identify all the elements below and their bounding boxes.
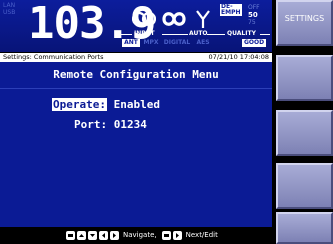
divider xyxy=(260,34,270,35)
softkey-3[interactable] xyxy=(276,110,333,156)
breadcrumb: Settings: Communication Ports xyxy=(3,53,104,61)
stereo-icon xyxy=(132,11,156,27)
operate-label[interactable]: Operate: xyxy=(52,98,107,111)
header-strip: Settings: Communication Ports 07/21/10 1… xyxy=(0,53,272,62)
port-label[interactable]: Port: xyxy=(74,118,107,131)
rds-icon xyxy=(162,12,186,26)
segment-aes: AES xyxy=(196,39,210,46)
right-arrow-icon xyxy=(110,231,119,240)
lan-indicator: LAN xyxy=(3,2,16,9)
softkey-5[interactable] xyxy=(276,212,333,244)
divider xyxy=(0,88,272,89)
softkey-label: SETTINGS xyxy=(284,14,325,23)
usb-indicator: USB xyxy=(3,9,16,16)
antenna-icon xyxy=(196,10,210,28)
settings-softkey[interactable]: SETTINGS xyxy=(276,0,333,46)
divider xyxy=(118,34,132,35)
segment-digital: DIGITAL xyxy=(163,39,191,46)
port-row[interactable]: Port: 01234 xyxy=(74,118,147,131)
quality-label: QUALITY xyxy=(227,30,256,37)
status-display: LAN USB 103.9 DE- EMPH OFF 50 75 INPUT A… xyxy=(0,0,272,52)
segment-ant: ANT xyxy=(122,39,140,47)
navigate-label: Navigate, xyxy=(123,231,157,239)
input-label: INPUT xyxy=(134,30,155,37)
menu-panel: Remote Configuration Menu Operate: Enabl… xyxy=(0,62,272,227)
down-arrow-icon xyxy=(88,231,97,240)
divider xyxy=(207,34,225,35)
next-edit-label: Next/Edit xyxy=(185,231,218,239)
segment-good: GOOD xyxy=(242,39,266,47)
operate-row[interactable]: Operate: Enabled xyxy=(52,98,160,111)
navigation-hint: Navigate, Next/Edit xyxy=(66,227,221,244)
left-arrow-icon xyxy=(99,231,108,240)
divider xyxy=(162,34,188,35)
auto-label: AUTO xyxy=(189,30,208,37)
input-segments: ANT MPX DIGITAL AES GOOD xyxy=(0,39,272,47)
segment-mpx: MPX xyxy=(143,39,159,46)
deemph-label: DE- EMPH xyxy=(220,4,242,16)
up-arrow-icon xyxy=(77,231,86,240)
operate-value[interactable]: Enabled xyxy=(114,98,160,111)
menu-key-icon xyxy=(66,231,75,240)
softkey-2[interactable] xyxy=(276,55,333,101)
deemph-75: 75 xyxy=(248,19,256,26)
enter-key-icon xyxy=(161,231,171,240)
page-title: Remote Configuration Menu xyxy=(53,68,219,81)
connection-indicators: LAN USB xyxy=(3,2,15,16)
deemph-off: OFF xyxy=(248,4,260,11)
deemph-50: 50 xyxy=(248,11,258,19)
port-value[interactable]: 01234 xyxy=(114,118,147,131)
deemph-box: DE- EMPH xyxy=(220,3,242,16)
softkey-4[interactable] xyxy=(276,163,333,209)
timestamp: 07/21/10 17:04:08 xyxy=(208,53,269,61)
right-arrow-icon xyxy=(172,231,182,240)
